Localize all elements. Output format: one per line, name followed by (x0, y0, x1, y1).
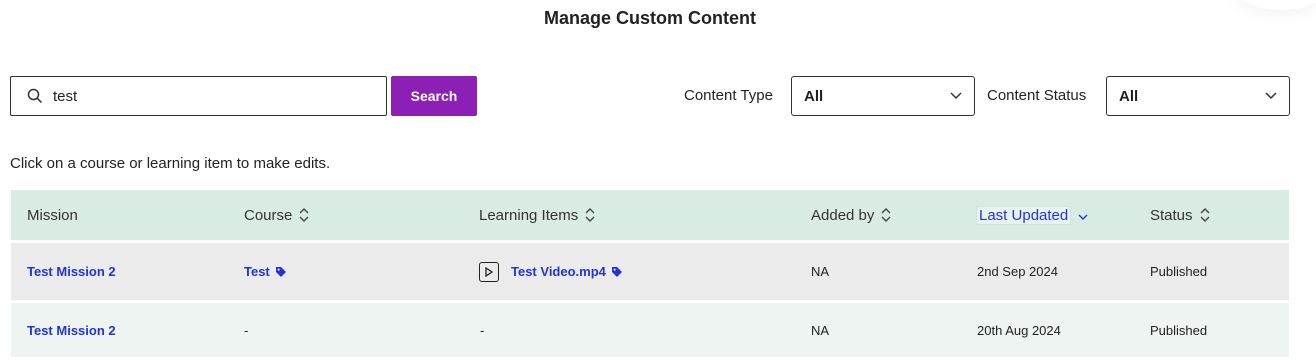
mission-link[interactable]: Test Mission 2 (27, 323, 116, 338)
search-icon (27, 88, 43, 104)
content-status-value: All (1119, 87, 1139, 105)
sort-icon[interactable] (584, 207, 596, 223)
column-header-course[interactable]: Course (244, 190, 310, 240)
content-status-select[interactable]: All (1106, 76, 1290, 116)
content-type-select[interactable]: All (791, 76, 975, 116)
sort-icon[interactable] (880, 207, 892, 223)
page-title: Manage Custom Content (543, 8, 756, 28)
sort-icon[interactable] (298, 207, 310, 223)
tag-icon (275, 266, 287, 278)
mission-link[interactable]: Test Mission 2 (27, 264, 116, 279)
chevron-down-icon (950, 92, 962, 100)
course-link[interactable]: Test (244, 264, 270, 279)
added-by-value: NA (811, 322, 830, 338)
video-play-icon (479, 261, 499, 282)
column-header-last-updated[interactable]: Last Updated (976, 190, 1089, 240)
learning-item-value: - (480, 322, 485, 338)
table-row: Test Mission 2 Test Test Video.mp4 NA 2n… (11, 243, 1289, 300)
content-type-label: Content Type (684, 87, 773, 104)
column-header-learning-items[interactable]: Learning Items (479, 190, 596, 240)
search-button[interactable]: Search (391, 76, 477, 116)
edit-hint: Click on a course or learning item to ma… (10, 155, 331, 172)
table-header: Mission Course Learning Items Added by L… (11, 190, 1289, 240)
table-row: Test Mission 2 - - NA 20th Aug 2024 Publ… (11, 303, 1289, 357)
column-header-status[interactable]: Status (1150, 190, 1211, 240)
chevron-down-icon[interactable] (1077, 207, 1089, 223)
column-header-mission: Mission (27, 206, 78, 224)
content-table: Mission Course Learning Items Added by L… (11, 190, 1289, 357)
chevron-down-icon (1265, 92, 1277, 100)
search-input[interactable] (53, 87, 353, 105)
last-updated-value: 2nd Sep 2024 (977, 264, 1058, 279)
content-status-label: Content Status (987, 87, 1087, 104)
status-value: Published (1150, 264, 1208, 279)
learning-item-link[interactable]: Test Video.mp4 (511, 264, 606, 279)
column-header-added-by[interactable]: Added by (811, 190, 892, 240)
tag-icon (611, 266, 623, 278)
search-box[interactable] (10, 76, 387, 116)
sort-icon[interactable] (1199, 207, 1211, 223)
course-value: - (244, 322, 249, 338)
status-value: Published (1150, 322, 1208, 338)
content-type-value: All (804, 87, 824, 105)
added-by-value: NA (811, 264, 830, 279)
last-updated-value: 20th Aug 2024 (977, 322, 1061, 338)
